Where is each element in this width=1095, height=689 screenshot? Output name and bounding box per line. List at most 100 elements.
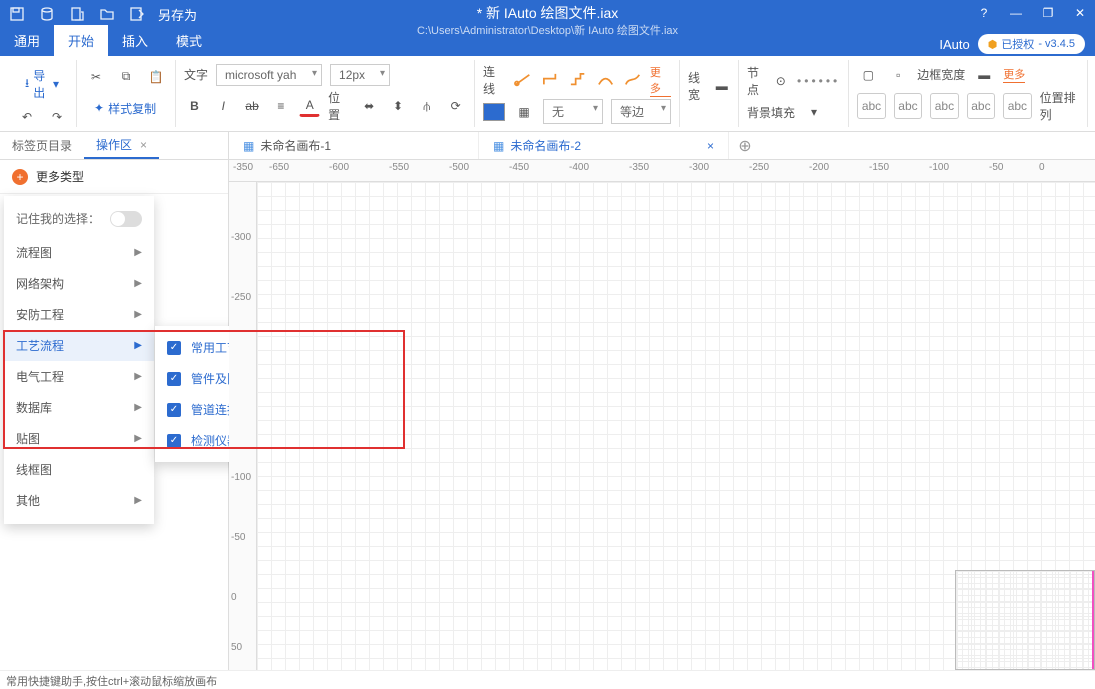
preset-2[interactable]: abc — [894, 93, 922, 119]
align-h-icon[interactable]: ⬌ — [359, 95, 380, 117]
cat-electrical[interactable]: 电气工程▶ — [4, 361, 154, 392]
help-icon[interactable]: ? — [975, 4, 993, 22]
status-bar: 常用快捷键助手,按住ctrl+滚动鼠标缩放画布 — [0, 670, 1095, 688]
close-tab-icon[interactable]: × — [707, 139, 714, 153]
close-icon[interactable]: ✕ — [1071, 4, 1089, 22]
open-icon[interactable] — [98, 5, 116, 23]
preset-4[interactable]: abc — [967, 93, 995, 119]
cat-other[interactable]: 其他▶ — [4, 485, 154, 516]
connector-label: 连线 — [483, 63, 506, 97]
redo-icon[interactable]: ↷ — [46, 106, 68, 128]
arrow-start-select[interactable]: 无 — [543, 99, 603, 124]
cat-process[interactable]: 工艺流程▶ — [4, 330, 154, 361]
add-tab-button[interactable]: ⊕ — [729, 132, 761, 159]
style-copy-button[interactable]: ✦ 样式复制 — [85, 95, 167, 122]
preset-5[interactable]: abc — [1003, 93, 1031, 119]
conn-elbow-icon[interactable] — [541, 71, 560, 89]
copy-icon[interactable]: ⧉ — [115, 66, 137, 88]
font-color-icon[interactable]: A — [299, 95, 320, 117]
node-style-icon[interactable]: ⊙ — [773, 70, 790, 92]
distribute-icon[interactable]: ⫛ — [416, 95, 437, 117]
cat-security[interactable]: 安防工程▶ — [4, 299, 154, 330]
pos-arrange-label: 位置排列 — [1040, 89, 1080, 123]
brand-name: IAuto — [939, 37, 969, 52]
cat-flowchart[interactable]: 流程图▶ — [4, 237, 154, 268]
minimap[interactable] — [955, 570, 1095, 670]
conn-curve-icon[interactable] — [596, 71, 615, 89]
side-tab-toc[interactable]: 标签页目录 — [0, 132, 84, 159]
main-menu: 通用 开始 插入 模式 — [0, 25, 216, 56]
save-as-button[interactable]: 另存为 — [158, 5, 197, 24]
window-title: * 新 IAuto 绘图文件.iax — [417, 4, 678, 24]
cat-sticker[interactable]: 贴图▶ — [4, 423, 154, 454]
ruler-vertical: -300 -250 -100 -50 0 50 — [229, 182, 257, 670]
canvas-area[interactable]: -350 -650 -600 -550 -500 -450 -400 -350 … — [229, 160, 1095, 670]
cut-icon[interactable]: ✂ — [85, 66, 107, 88]
preset-3[interactable]: abc — [930, 93, 958, 119]
line-style-icon[interactable]: ▦ — [513, 101, 535, 123]
edit-icon[interactable] — [128, 5, 146, 23]
more-types-button[interactable]: + 更多类型 — [0, 160, 228, 194]
cat-network[interactable]: 网络架构▶ — [4, 268, 154, 299]
canvas-icon: ▦ — [493, 139, 504, 153]
connector-more[interactable]: 更多 — [650, 64, 671, 97]
text-label: 文字 — [184, 66, 208, 83]
bold-icon[interactable]: B — [184, 95, 205, 117]
file-path: C:\Users\Administrator\Desktop\新 IAuto 绘… — [417, 24, 678, 39]
size-select[interactable]: 12px — [330, 64, 390, 86]
menu-general[interactable]: 通用 — [0, 25, 54, 56]
menu-insert[interactable]: 插入 — [108, 25, 162, 56]
border-more[interactable]: 更多 — [1003, 66, 1025, 83]
maximize-icon[interactable]: ❐ — [1039, 4, 1057, 22]
canvas-tab-1[interactable]: ▦未命名画布-1 — [229, 132, 479, 159]
new-icon[interactable] — [68, 5, 86, 23]
rotate-icon[interactable]: ⟳ — [445, 95, 466, 117]
side-tab-workspace[interactable]: 操作区× — [84, 132, 159, 159]
line-color-swatch[interactable] — [483, 103, 505, 121]
line-width-label: 线宽 — [688, 69, 705, 103]
remember-label: 记住我的选择： — [16, 210, 100, 227]
undo-icon[interactable]: ↶ — [16, 106, 38, 128]
border-style-icon[interactable]: ▢ — [857, 64, 879, 86]
cat-database[interactable]: 数据库▶ — [4, 392, 154, 423]
plus-icon: + — [12, 169, 28, 185]
export-button[interactable]: ⭳ 导出 ▾ — [16, 62, 68, 106]
paste-icon[interactable]: 📋 — [145, 66, 167, 88]
align-v-icon[interactable]: ⬍ — [388, 95, 409, 117]
license-badge[interactable]: ⬢ 已授权 - v3.4.5 — [978, 34, 1085, 54]
cat-wireframe[interactable]: 线框图 — [4, 454, 154, 485]
conn-step-icon[interactable] — [568, 71, 587, 89]
title-bar: 另存为 * 新 IAuto 绘图文件.iax C:\Users\Administ… — [0, 0, 1095, 56]
conn-free-icon[interactable] — [623, 71, 642, 89]
align-icon[interactable]: ≡ — [270, 95, 291, 117]
shield-icon: ⬢ — [988, 38, 998, 51]
border-width-icon[interactable]: ▬ — [973, 64, 995, 86]
line-width-icon[interactable]: ▬ — [713, 75, 730, 97]
save-icon[interactable] — [8, 5, 26, 23]
node-dots-icon[interactable]: •••••• — [797, 74, 840, 88]
canvas-tab-2[interactable]: ▦未命名画布-2 × — [479, 132, 729, 159]
border-width-label: 边框宽度 — [917, 66, 965, 83]
bg-fill-icon[interactable]: ▾ — [803, 101, 825, 123]
sidebar: + 更多类型 记住我的选择： 流程图▶ 网络架构▶ 安防工程▶ 工艺流程▶ 电气… — [0, 160, 229, 670]
ribbon-toolbar: ⭳ 导出 ▾ ↶ ↷ ✂ ⧉ 📋 ✦ 样式复制 文字 microsoft yah… — [0, 56, 1095, 132]
close-side-tab-icon[interactable]: × — [140, 138, 147, 152]
preset-1[interactable]: abc — [857, 93, 885, 119]
remember-toggle[interactable] — [110, 211, 142, 227]
font-select[interactable]: microsoft yah — [216, 64, 322, 86]
minimize-icon[interactable]: — — [1007, 4, 1025, 22]
bg-fill-label: 背景填充 — [747, 104, 795, 121]
border-dash-icon[interactable]: ▫ — [887, 64, 909, 86]
menu-mode[interactable]: 模式 — [162, 25, 216, 56]
db-icon[interactable] — [38, 5, 56, 23]
category-menu: 记住我的选择： 流程图▶ 网络架构▶ 安防工程▶ 工艺流程▶ 电气工程▶ 数据库… — [4, 196, 154, 524]
conn-straight-icon[interactable] — [514, 71, 533, 89]
arrow-end-select[interactable]: 等边 — [611, 99, 671, 124]
ruler-horizontal: -350 -650 -600 -550 -500 -450 -400 -350 … — [229, 160, 1095, 182]
menu-start[interactable]: 开始 — [54, 25, 108, 56]
italic-icon[interactable]: I — [213, 95, 234, 117]
tab-strip: 标签页目录 操作区× ▦未命名画布-1 ▦未命名画布-2 × ⊕ — [0, 132, 1095, 160]
node-label: 节点 — [747, 64, 764, 98]
position-label: 位置 — [328, 89, 351, 123]
strike-icon[interactable]: ab — [242, 95, 263, 117]
